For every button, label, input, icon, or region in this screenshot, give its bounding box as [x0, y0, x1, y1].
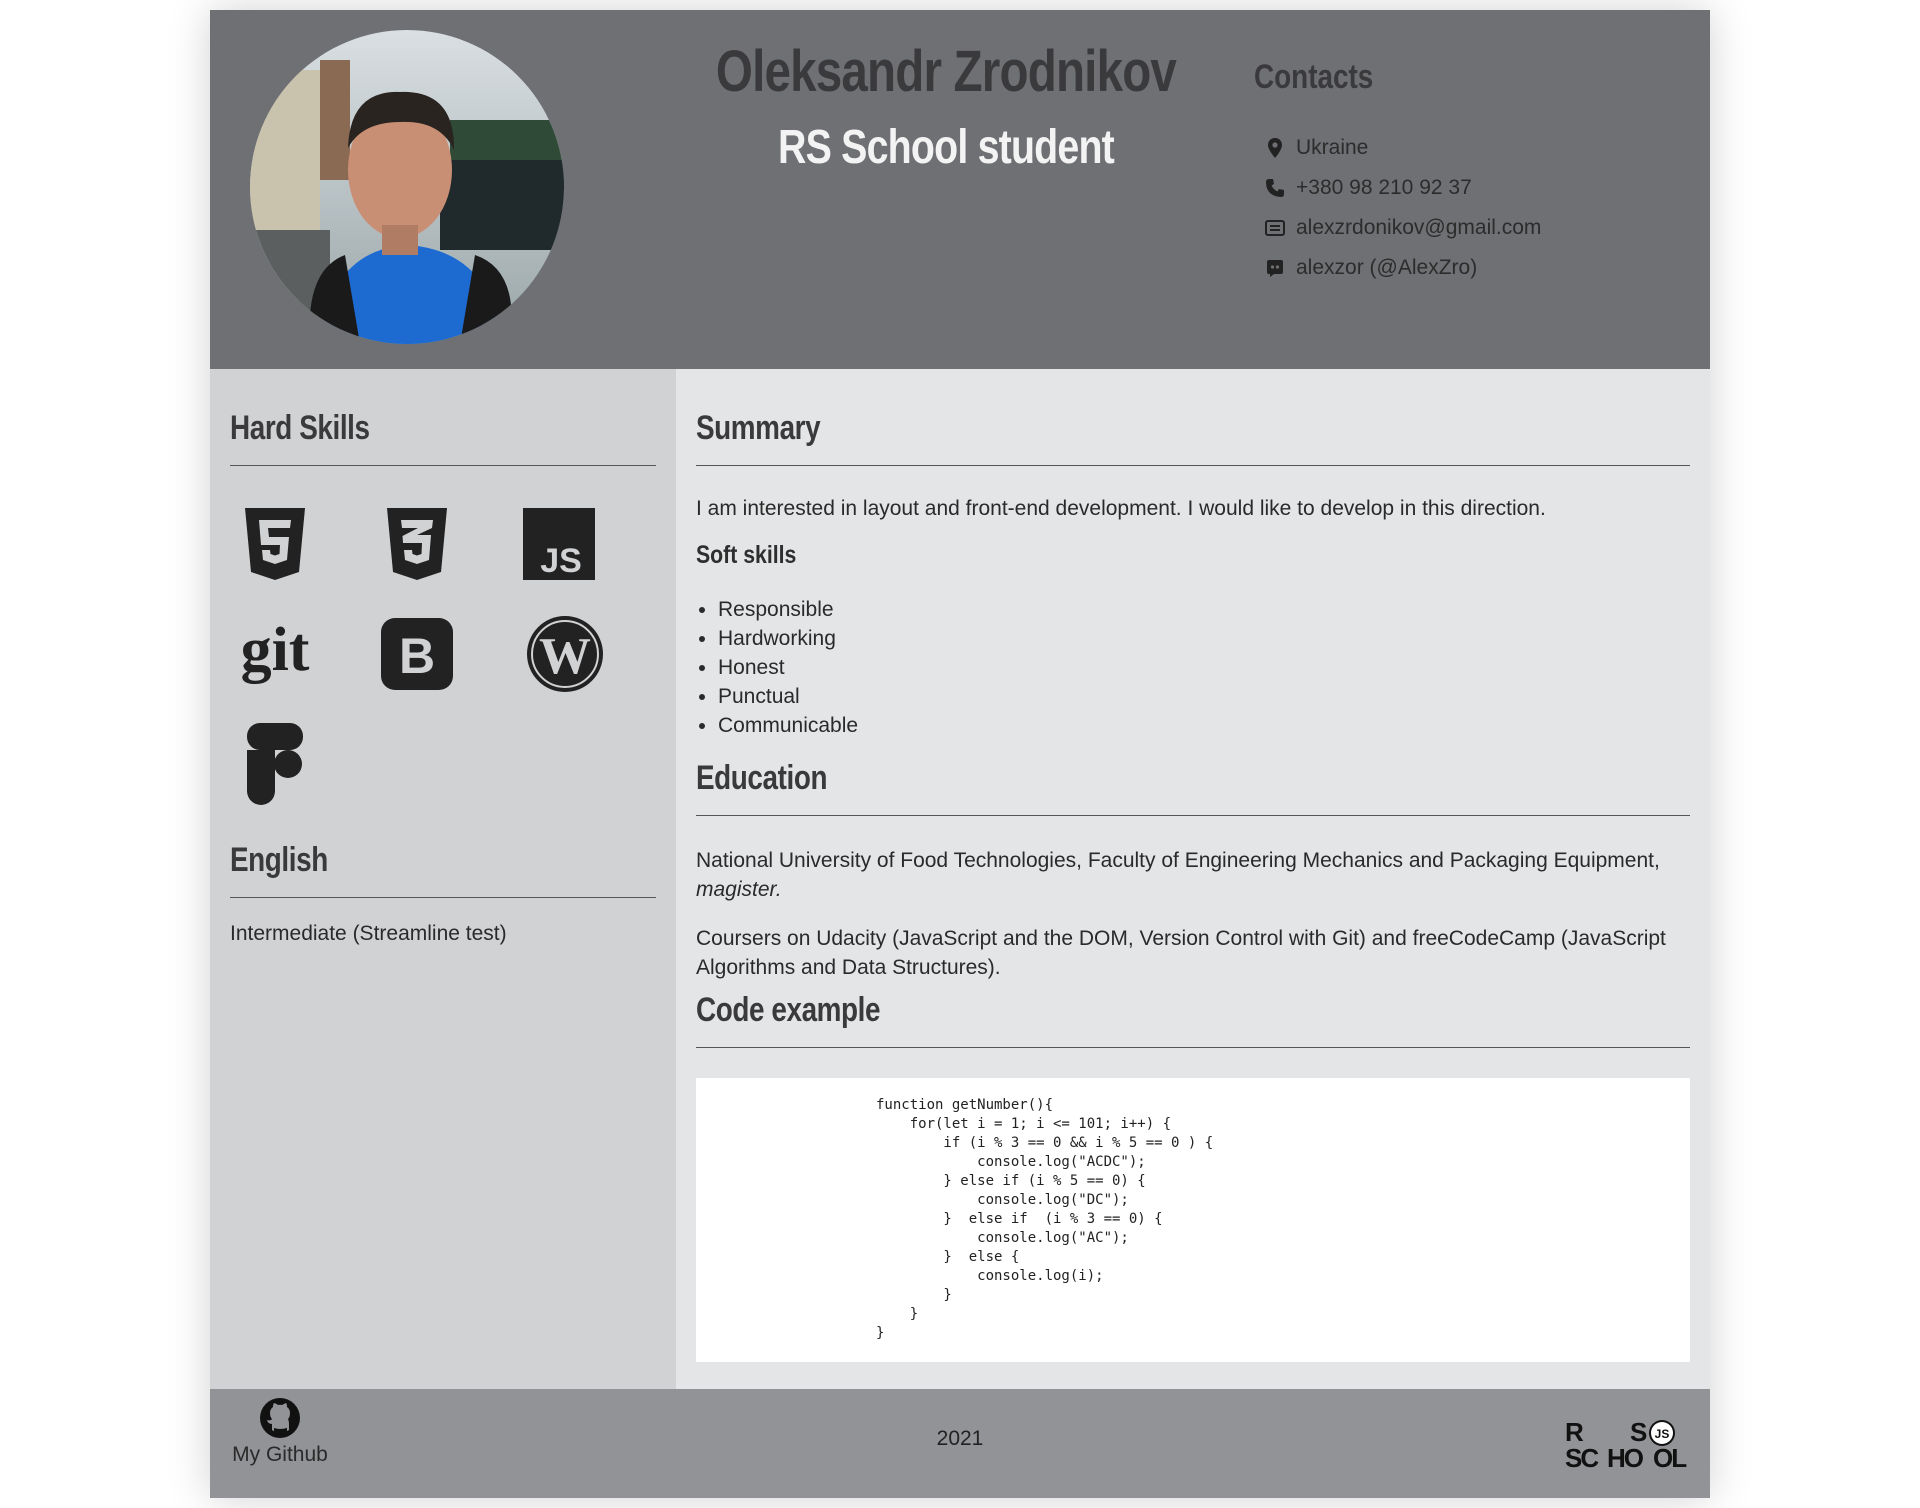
contact-discord[interactable]: alexzor (@AlexZro) [1264, 248, 1541, 288]
css3-icon [372, 499, 462, 589]
list-item: Responsible [718, 595, 858, 624]
education-courses: Coursers on Udacity (JavaScript and the … [696, 927, 1666, 979]
contact-phone-text[interactable]: +380 98 210 92 37 [1296, 176, 1472, 200]
svg-text:HO: HO [1607, 1443, 1644, 1473]
email-icon [1264, 217, 1286, 239]
contact-phone[interactable]: +380 98 210 92 37 [1264, 168, 1541, 208]
code-heading-wrap: Code example [696, 991, 1690, 1048]
contacts-list: Ukraine +380 98 210 92 37 alexzrdonikov@… [1264, 128, 1541, 288]
svg-text:JS: JS [540, 542, 582, 580]
svg-text:B: B [399, 628, 435, 684]
phone-icon [1264, 177, 1286, 199]
person-name: Oleksandr Zrodnikov [715, 39, 1177, 104]
contact-location: Ukraine [1264, 128, 1541, 168]
sidebar: Hard Skills JS git B W English Intermedi… [210, 369, 676, 1389]
education-heading: Education [696, 759, 828, 797]
contacts-heading: Contacts [1254, 58, 1374, 96]
header: Oleksandr Zrodnikov RS School student Co… [210, 10, 1710, 369]
list-item: Hardworking [718, 624, 858, 653]
discord-icon [1264, 257, 1286, 279]
contact-email[interactable]: alexzrdonikov@gmail.com [1264, 208, 1541, 248]
list-item: Honest [718, 653, 858, 682]
contact-location-text: Ukraine [1296, 136, 1369, 159]
profile-photo [250, 30, 564, 344]
english-level: Intermediate (Streamline test) [230, 922, 507, 945]
git-icon: git [230, 609, 320, 699]
contact-email-text[interactable]: alexzrdonikov@gmail.com [1296, 216, 1541, 240]
svg-text:JS: JS [1655, 1427, 1670, 1441]
github-link[interactable]: My Github [230, 1397, 330, 1467]
footer-year: 2021 [936, 1427, 984, 1450]
soft-skills-heading: Soft skills [696, 541, 797, 569]
english-heading: English [230, 841, 328, 879]
main-content: Summary I am interested in layout and fr… [676, 369, 1710, 1389]
person-role: RS School student [778, 121, 1115, 174]
education-university-text: National University of Food Technologies… [696, 849, 1660, 872]
summary-text: I am interested in layout and front-end … [696, 497, 1546, 520]
cv-page: Oleksandr Zrodnikov RS School student Co… [210, 10, 1710, 1498]
education-heading-wrap: Education [696, 759, 1690, 816]
svg-text:W: W [539, 628, 591, 685]
list-item: Communicable [718, 711, 858, 740]
code-heading: Code example [696, 991, 881, 1029]
code-text: function getNumber(){ for(let i = 1; i <… [876, 1097, 1214, 1341]
location-pin-icon [1264, 137, 1286, 159]
svg-text:OL: OL [1653, 1443, 1687, 1473]
soft-skills-list: Responsible Hardworking Honest Punctual … [696, 595, 858, 740]
svg-text:SC: SC [1565, 1443, 1599, 1473]
rs-school-logo[interactable]: R S SC HO OL JS [1565, 1417, 1695, 1477]
code-block: function getNumber(){ for(let i = 1; i <… [696, 1078, 1690, 1362]
github-label[interactable]: My Github [232, 1443, 328, 1466]
bootstrap-icon: B [372, 609, 462, 699]
svg-text:git: git [241, 618, 310, 684]
javascript-icon: JS [514, 499, 604, 589]
hard-skills-heading-wrap: Hard Skills [230, 409, 656, 466]
education-degree: magister. [696, 878, 782, 901]
footer: My Github 2021 R S SC HO OL JS [210, 1389, 1710, 1498]
english-heading-wrap: English [230, 841, 656, 898]
summary-heading: Summary [696, 409, 821, 447]
summary-heading-wrap: Summary [696, 409, 1690, 466]
hard-skills-heading: Hard Skills [230, 409, 370, 447]
wordpress-icon: W [520, 609, 610, 699]
figma-icon [230, 719, 320, 809]
html5-icon [230, 499, 320, 589]
list-item: Punctual [718, 682, 858, 711]
github-icon [230, 1397, 330, 1443]
education-university: National University of Food Technologies… [696, 846, 1690, 904]
contact-discord-text[interactable]: alexzor (@AlexZro) [1296, 256, 1477, 280]
